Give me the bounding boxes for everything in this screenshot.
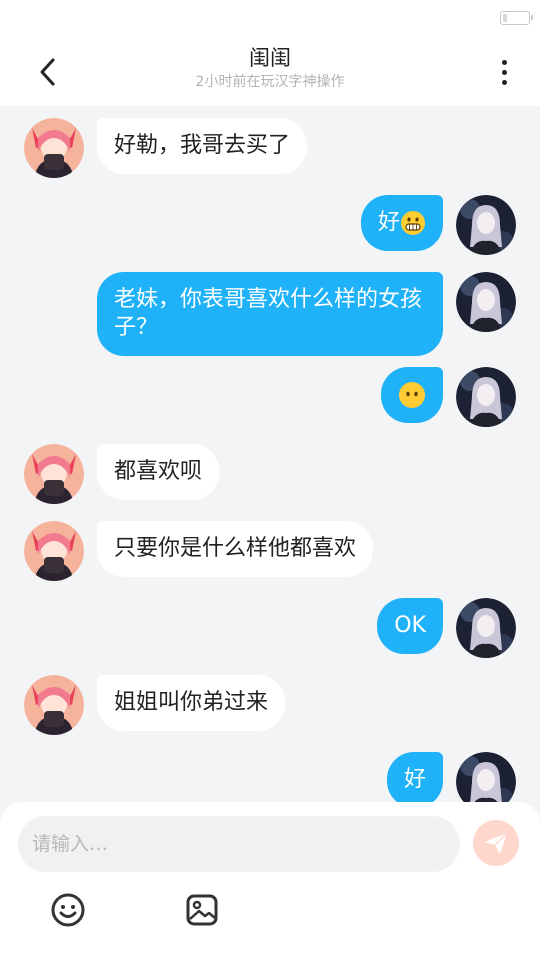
message-text: 老妹，你表哥喜欢什么样的女孩子？ bbox=[114, 287, 423, 340]
message-bubble[interactable]: 好 bbox=[360, 195, 443, 251]
message-text: 好 bbox=[377, 210, 400, 235]
neutral-face-emoji bbox=[399, 382, 425, 408]
message-bubble[interactable]: 好 bbox=[386, 752, 443, 806]
message-text: 都喜欢呗 bbox=[114, 459, 203, 484]
contact-avatar[interactable] bbox=[24, 444, 84, 504]
grinning-face-emoji bbox=[401, 211, 425, 235]
message-input-box[interactable] bbox=[18, 816, 460, 872]
message-bubble[interactable]: 老妹，你表哥喜欢什么样的女孩子？ bbox=[97, 272, 443, 356]
contact-avatar[interactable] bbox=[24, 675, 84, 735]
my-avatar[interactable] bbox=[456, 752, 516, 806]
message-bubble[interactable] bbox=[381, 367, 443, 423]
message-text: OK bbox=[394, 613, 426, 638]
chevron-left-icon bbox=[40, 58, 55, 86]
emoji-button[interactable] bbox=[48, 890, 88, 930]
send-button[interactable] bbox=[473, 820, 519, 866]
composer-panel bbox=[0, 802, 540, 960]
back-button[interactable] bbox=[28, 52, 68, 92]
my-avatar[interactable] bbox=[456, 367, 516, 427]
message-bubble[interactable]: 好勒，我哥去买了 bbox=[97, 118, 308, 174]
message-bubble[interactable]: 只要你是什么样他都喜欢 bbox=[97, 521, 374, 577]
image-icon bbox=[186, 894, 218, 926]
message-text: 只要你是什么样他都喜欢 bbox=[114, 536, 357, 561]
my-avatar[interactable] bbox=[456, 598, 516, 658]
contact-avatar[interactable] bbox=[24, 521, 84, 581]
chat-header: 闺闺 2小时前在玩汉字神操作 bbox=[0, 36, 540, 106]
chat-title: 闺闺 bbox=[249, 46, 291, 70]
send-icon bbox=[485, 832, 508, 854]
chat-subtitle: 2小时前在玩汉字神操作 bbox=[195, 74, 345, 90]
message-list[interactable]: 好勒，我哥去买了 好 老妹，你表哥喜欢什么样的女孩子？ 都喜欢呗 只要你是什么样… bbox=[0, 106, 540, 806]
smiley-icon bbox=[51, 893, 85, 927]
more-vertical-icon bbox=[501, 59, 507, 65]
status-bar bbox=[0, 0, 540, 36]
message-bubble[interactable]: 都喜欢呗 bbox=[97, 444, 220, 500]
message-input[interactable] bbox=[32, 816, 442, 872]
message-bubble[interactable]: 姐姐叫你弟过来 bbox=[97, 675, 286, 731]
battery-icon bbox=[500, 11, 533, 25]
message-text: 好 bbox=[403, 767, 426, 792]
my-avatar[interactable] bbox=[456, 272, 516, 332]
chat-title-block: 闺闺 2小时前在玩汉字神操作 bbox=[100, 44, 440, 92]
message-text: 好勒，我哥去买了 bbox=[114, 133, 291, 158]
battery-level bbox=[503, 14, 508, 22]
contact-avatar[interactable] bbox=[24, 118, 84, 178]
image-button[interactable] bbox=[182, 890, 222, 930]
message-text: 姐姐叫你弟过来 bbox=[114, 690, 269, 715]
message-bubble[interactable]: OK bbox=[377, 598, 443, 654]
my-avatar[interactable] bbox=[456, 195, 516, 255]
more-options-button[interactable] bbox=[488, 52, 520, 92]
